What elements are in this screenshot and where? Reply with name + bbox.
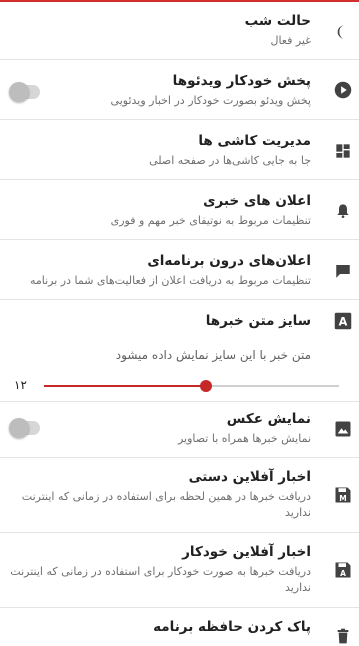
play-circle-icon — [333, 80, 353, 100]
setting-auto-offline[interactable]: A اخبار آفلاین خودکار دریافت خبرها به صو… — [0, 533, 359, 608]
image-icon — [333, 419, 353, 439]
toggle-knob — [9, 82, 29, 102]
setting-in-app-notifications[interactable]: اعلان‌های درون برنامه‌ای تنظیمات مربوط ب… — [0, 240, 359, 300]
setting-title: حالت شب — [244, 13, 311, 29]
setting-title: اعلان‌های درون برنامه‌ای — [147, 253, 311, 269]
setting-clear-cache[interactable]: پاک کردن حافظه برنامه — [0, 608, 359, 646]
setting-font-size: A سایز متن خبرها متن خبر با این سایز نما… — [0, 300, 359, 402]
setting-tiles-management[interactable]: مدیریت کاشی ها جا به جایی کاشی‌ها در صفح… — [0, 120, 359, 180]
setting-news-notifications[interactable]: اعلان های خبری تنظیمات مربوط به نوتیفای … — [0, 180, 359, 240]
setting-title: اخبار آفلاین دستی — [188, 469, 311, 485]
svg-text:M: M — [339, 494, 346, 503]
setting-title: پاک کردن حافظه برنامه — [153, 619, 311, 635]
font-size-icon: A — [333, 311, 353, 331]
font-size-slider[interactable]: ۱۲ — [0, 374, 359, 398]
setting-show-images[interactable]: نمایش عکس نمایش خبرها همراه با تصاویر — [0, 402, 359, 458]
dashboard-icon — [333, 141, 353, 161]
flag-icon — [333, 261, 353, 281]
save-a-icon: A — [333, 560, 353, 580]
moon-icon — [333, 22, 353, 42]
setting-subtitle: دریافت خبرها به صورت خودکار برای استفاده… — [10, 565, 311, 594]
show-images-toggle[interactable] — [9, 418, 40, 438]
save-m-icon: M — [333, 485, 353, 505]
video-autoplay-toggle[interactable] — [9, 82, 40, 102]
slider-track[interactable] — [44, 380, 339, 392]
setting-subtitle: تنظیمات مربوط به نوتیفای خبر مهم و فوری — [110, 214, 311, 227]
setting-subtitle: نمایش خبرها همراه با تصاویر — [177, 432, 311, 445]
slider-thumb[interactable] — [200, 380, 213, 392]
trash-icon — [333, 626, 353, 646]
svg-text:A: A — [339, 316, 348, 329]
setting-subtitle: تنظیمات مربوط به دریافت اعلان از فعالیت‌… — [29, 274, 311, 287]
setting-title: اخبار آفلاین خودکار — [182, 544, 311, 560]
slider-fill — [44, 385, 207, 387]
setting-night-mode[interactable]: حالت شب غیر فعال — [0, 2, 359, 60]
font-size-preview-text: متن خبر با این سایز نمایش داده میشود — [115, 348, 311, 362]
font-size-value-label: ۱۲ — [14, 378, 27, 392]
setting-subtitle: پخش ویدئو بصورت خودکار در اخبار ویدئویی — [110, 94, 311, 107]
setting-subtitle: دریافت خبرها در همین لحظه برای استفاده د… — [21, 490, 311, 519]
setting-subtitle: جا به جایی کاشی‌ها در صفحه اصلی — [149, 154, 311, 167]
svg-text:A: A — [340, 569, 346, 578]
setting-title: اعلان های خبری — [203, 193, 311, 209]
setting-manual-offline[interactable]: M اخبار آفلاین دستی دریافت خبرها در همین… — [0, 458, 359, 533]
setting-subtitle: غیر فعال — [270, 34, 311, 47]
toggle-knob — [9, 418, 29, 438]
setting-title: مدیریت کاشی ها — [198, 133, 311, 149]
setting-title: پخش خودکار ویدئوها — [172, 73, 311, 89]
setting-title: سایز متن خبرها — [205, 313, 311, 329]
bell-icon — [333, 201, 353, 221]
setting-title: نمایش عکس — [226, 411, 311, 427]
setting-video-autoplay[interactable]: پخش خودکار ویدئوها پخش ویدئو بصورت خودکا… — [0, 60, 359, 120]
